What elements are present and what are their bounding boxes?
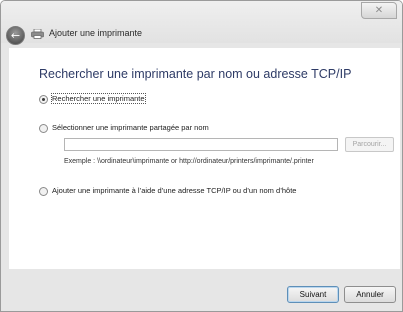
wizard-content: Rechercher une imprimante par nom ou adr…	[9, 48, 400, 269]
example-text: Exemple : \\ordinateur\imprimante or htt…	[64, 158, 314, 165]
browse-button[interactable]: Parcourir...	[345, 137, 394, 152]
radio-tcpip-hostname[interactable]	[39, 187, 48, 196]
add-printer-window: ✕ ← Ajouter une imprimante Rechercher un…	[0, 0, 403, 312]
cancel-button[interactable]: Annuler	[344, 286, 396, 303]
option-tcpip-hostname-label[interactable]: Ajouter une imprimante à l’aide d’une ad…	[52, 186, 296, 195]
title-bar: ✕ ← Ajouter une imprimante	[1, 1, 402, 45]
next-button[interactable]: Suivant	[287, 286, 339, 303]
window-title: Ajouter une imprimante	[49, 28, 143, 38]
printer-icon	[31, 29, 44, 39]
wizard-footer: Suivant Annuler	[1, 271, 402, 311]
option-shared-by-name-label[interactable]: Sélectionner une imprimante partagée par…	[52, 123, 209, 132]
page-heading: Rechercher une imprimante par nom ou adr…	[39, 67, 352, 81]
back-button[interactable]: ←	[6, 26, 25, 45]
shared-printer-name-input[interactable]	[64, 138, 338, 151]
option-search-printer-label[interactable]: Rechercher une imprimante	[51, 93, 146, 104]
radio-search-printer[interactable]	[39, 95, 48, 104]
back-arrow-icon: ←	[10, 29, 21, 42]
close-button[interactable]: ✕	[361, 2, 397, 19]
radio-shared-by-name[interactable]	[39, 124, 48, 133]
close-icon: ✕	[374, 5, 384, 16]
